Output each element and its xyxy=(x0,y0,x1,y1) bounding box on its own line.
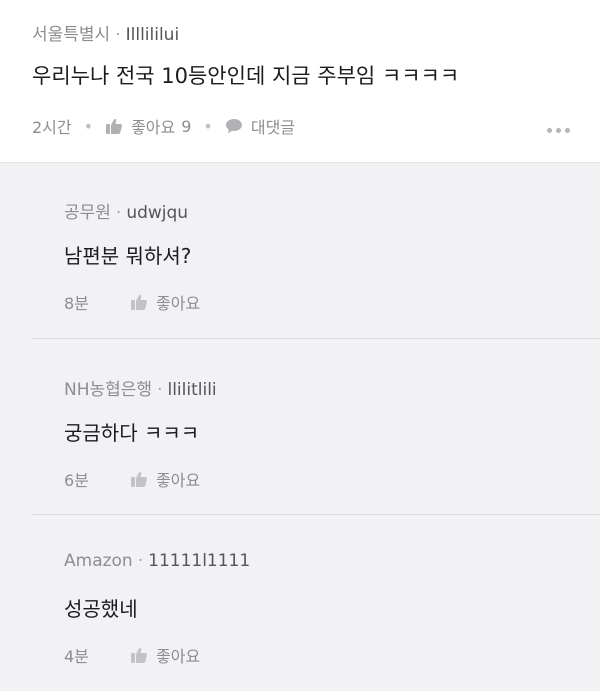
comment-username[interactable]: 11111l1111 xyxy=(148,551,250,571)
meta-separator: · xyxy=(115,25,121,45)
post-card: 서울특별시 · Illlililui 우리누나 전국 10등안인데 지금 주부임 ㅋ… xyxy=(0,0,600,163)
like-label: 좋아요 xyxy=(156,471,201,490)
reply-button[interactable]: 대댓글 xyxy=(225,114,295,138)
comment-actions: 6분 좋아요 xyxy=(64,467,200,491)
more-options-button[interactable] xyxy=(543,118,570,137)
comment-username[interactable]: llilitlili xyxy=(167,380,216,400)
comment-meta: 공무원 · udwjqu xyxy=(64,198,188,223)
comment-like-button[interactable]: 좋아요 xyxy=(130,467,200,491)
comment-time: 8분 xyxy=(64,294,89,313)
comment-meta: NH농협은행 · llilitlili xyxy=(64,375,217,400)
like-label: 좋아요 xyxy=(156,647,201,666)
post-username[interactable]: Illlililui xyxy=(126,25,180,45)
comment-affiliation: Amazon xyxy=(64,551,133,571)
comment-content: 궁금하다 ㅋㅋㅋ xyxy=(64,421,200,445)
thumbs-up-icon xyxy=(131,294,147,310)
thumbs-up-icon xyxy=(106,118,123,134)
separator-dot: • xyxy=(203,116,213,136)
comment-item: NH농협은행 · llilitlili 궁금하다 ㅋㅋㅋ 6분 좋아요 xyxy=(0,339,600,515)
comment-affiliation: 공무원 xyxy=(64,203,111,223)
like-count: 9 xyxy=(181,116,192,136)
comment-username[interactable]: udwjqu xyxy=(126,203,188,223)
thumbs-up-icon xyxy=(131,647,147,663)
more-dots-icon xyxy=(565,128,570,133)
comment-affiliation: NH농협은행 xyxy=(64,380,153,400)
post-time: 2시간 xyxy=(32,118,72,137)
comment-item: Amazon · 11111l1111 성공했네 4분 좋아요 xyxy=(0,515,600,691)
comment-actions: 8분 좋아요 xyxy=(64,290,200,314)
meta-separator: · xyxy=(137,551,144,571)
meta-separator: · xyxy=(115,203,122,223)
comment-content: 남편분 뭐하셔? xyxy=(64,244,192,268)
more-dots-icon xyxy=(556,128,561,133)
like-label: 좋아요 xyxy=(156,294,201,313)
comment-meta: Amazon · 11111l1111 xyxy=(64,551,250,571)
post-content: 우리누나 전국 10등안인데 지금 주부임 ㅋㅋㅋㅋ xyxy=(32,64,460,88)
comment-item: 공무원 · udwjqu 남편분 뭐하셔? 8분 좋아요 xyxy=(0,162,600,338)
speech-bubble-icon xyxy=(225,119,242,134)
post-actions: 2시간 • 좋아요 9 • 대댓글 xyxy=(32,114,295,138)
comment-like-button[interactable]: 좋아요 xyxy=(130,643,200,667)
more-dots-icon xyxy=(547,128,552,133)
comment-time: 6분 xyxy=(64,471,89,490)
like-button[interactable]: 좋아요 9 xyxy=(105,114,191,138)
post-location: 서울특별시 xyxy=(32,25,111,45)
comment-actions: 4분 좋아요 xyxy=(64,643,200,667)
reply-label: 대댓글 xyxy=(250,118,296,137)
meta-separator: · xyxy=(157,380,163,400)
separator-dot: • xyxy=(83,116,94,136)
like-label: 좋아요 xyxy=(131,118,176,137)
thumbs-up-icon xyxy=(131,471,147,487)
comment-time: 4분 xyxy=(64,647,89,666)
post-meta: 서울특별시 · Illlililui xyxy=(32,20,179,45)
comment-content: 성공했네 xyxy=(64,597,138,621)
comment-like-button[interactable]: 좋아요 xyxy=(130,290,200,314)
